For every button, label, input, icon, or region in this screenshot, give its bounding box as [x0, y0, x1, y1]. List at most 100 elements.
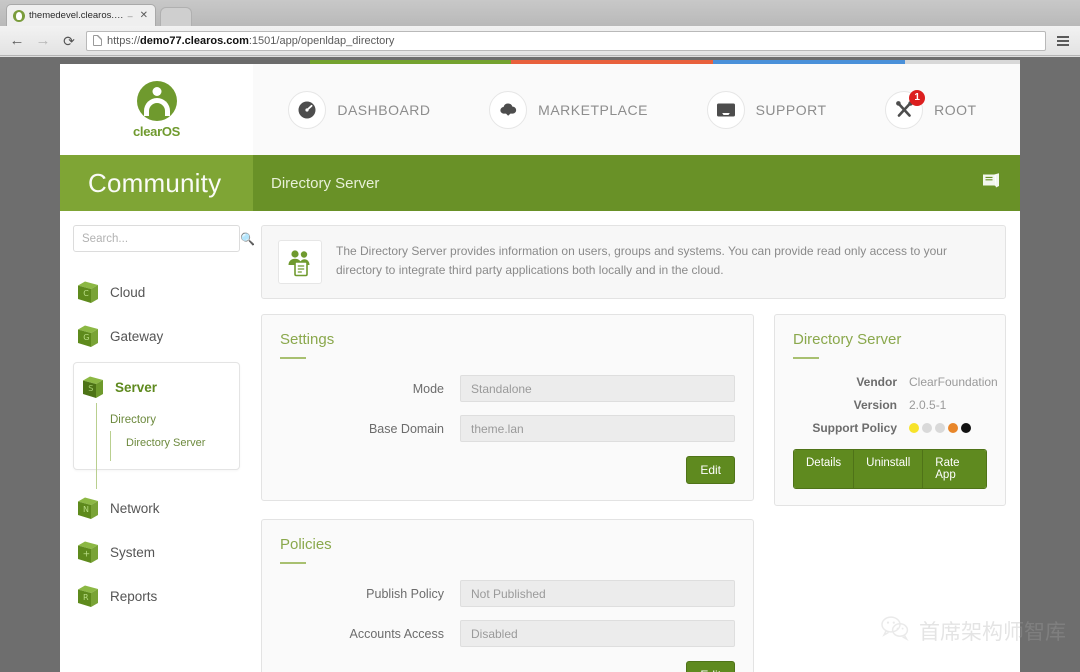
new-tab-button[interactable]	[160, 7, 192, 26]
sidebar-group-server: S Server Directory Directory Server	[73, 362, 240, 489]
nav-item-dashboard[interactable]: DASHBOARD	[288, 90, 431, 129]
nav-label-dashboard: DASHBOARD	[337, 101, 431, 118]
main-content: The Directory Server provides informatio…	[253, 211, 1020, 672]
label-accounts-access: Accounts Access	[349, 626, 445, 641]
cloud-download-icon	[489, 90, 528, 129]
sidebar-item-reports[interactable]: R Reports	[73, 574, 240, 618]
app-description-text: The Directory Server provides informatio…	[336, 244, 947, 277]
settings-row-mode: Mode Standalone	[280, 375, 735, 402]
app-card-actions: Details Uninstall Rate App	[793, 449, 987, 489]
edition-label: Community	[88, 167, 222, 198]
clearos-page: clearOS DASHBOARD MARKETPLACE SUPPORT 1 …	[60, 60, 1020, 672]
nav-item-support[interactable]: SUPPORT	[706, 90, 827, 129]
nav-label-marketplace: MARKETPLACE	[538, 101, 648, 118]
content-columns: Settings Mode Standalone Base Domain the…	[261, 314, 1006, 672]
cube-icon-network: N	[78, 497, 98, 519]
nav-item-root[interactable]: 1 ROOT	[885, 89, 977, 129]
url-path: :1501/app/openldap_directory	[248, 34, 395, 47]
support-dot-3	[935, 423, 945, 433]
svg-text:S: S	[88, 384, 93, 393]
svg-text:+: +	[83, 550, 91, 560]
app-row-vendor: Vendor ClearFoundation	[793, 375, 997, 389]
sidebar-subitem-directory[interactable]: Directory	[96, 409, 239, 431]
policies-row-publish: Publish Policy Not Published	[280, 580, 735, 607]
clearos-favicon	[13, 9, 25, 22]
page-info-icon	[93, 35, 102, 46]
support-dot-2	[922, 423, 932, 433]
label-publish-policy: Publish Policy	[366, 586, 444, 601]
app-row-version: Version 2.0.5-1	[793, 398, 987, 412]
policies-edit-button[interactable]: Edit	[686, 661, 735, 672]
support-dot-1	[909, 423, 919, 433]
rate-app-button[interactable]: Rate App	[923, 450, 986, 488]
browser-toolbar: ← → ⟳ https://demo77.clearos.com:1501/ap…	[0, 26, 1080, 56]
search-input[interactable]	[82, 232, 236, 245]
sidebar-label-server: Server	[115, 379, 158, 395]
close-icon[interactable]: ✕	[137, 10, 151, 21]
value-accounts-access: Disabled	[460, 620, 735, 647]
hamburger-menu-icon[interactable]	[1054, 32, 1072, 50]
sidebar: 🔍 C Cloud	[60, 211, 255, 671]
value-vendor: ClearFoundation	[909, 375, 998, 389]
brand-logo[interactable]: clearOS	[60, 64, 253, 155]
settings-edit-button[interactable]: Edit	[686, 456, 735, 484]
page-viewport: clearOS DASHBOARD MARKETPLACE SUPPORT 1 …	[0, 57, 1080, 672]
top-navigation: DASHBOARD MARKETPLACE SUPPORT 1 ROOT	[253, 64, 1020, 155]
support-dot-5	[961, 423, 971, 433]
page-body: 🔍 C Cloud	[60, 211, 1020, 672]
sidebar-subitem-directory-server[interactable]: Directory Server	[110, 431, 239, 455]
inbox-icon	[706, 90, 745, 129]
value-version: 2.0.5-1	[909, 398, 947, 412]
forward-button[interactable]: →	[34, 32, 52, 50]
back-button[interactable]: ←	[8, 32, 26, 50]
uninstall-button[interactable]: Uninstall	[854, 450, 924, 488]
support-dot-4	[948, 423, 958, 433]
reload-button[interactable]: ⟳	[60, 32, 78, 50]
sidebar-item-server[interactable]: S Server	[74, 365, 239, 409]
app-card-underline	[793, 357, 819, 359]
label-vendor: Vendor	[856, 375, 897, 389]
search-box[interactable]: 🔍	[73, 225, 255, 252]
clearos-logo-icon	[136, 80, 177, 121]
edition-badge: Community	[60, 155, 253, 211]
policies-panel: Policies Publish Policy Not Published Ac…	[261, 519, 754, 672]
browser-tab[interactable]: themedevel.clearos.com – ✕	[6, 4, 156, 26]
cube-icon-reports: R	[78, 585, 98, 607]
right-column: Directory Server Vendor ClearFoundation …	[774, 314, 1006, 506]
sidebar-label-network: Network	[110, 500, 160, 516]
sidebar-item-system[interactable]: + System	[73, 530, 240, 574]
tools-icon: 1	[885, 89, 926, 129]
details-button[interactable]: Details	[794, 450, 855, 488]
address-bar[interactable]: https://demo77.clearos.com:1501/app/open…	[86, 30, 1046, 51]
policies-actions: Edit	[280, 661, 735, 672]
settings-title: Settings	[280, 331, 335, 348]
nav-label-root: ROOT	[934, 101, 977, 118]
settings-row-base-domain: Base Domain theme.lan	[280, 415, 735, 442]
browser-window: themedevel.clearos.com – ✕ ← → ⟳ https:/…	[0, 0, 1080, 672]
value-mode: Standalone	[460, 375, 735, 402]
tab-dash: –	[127, 10, 133, 21]
policies-row-accounts-access: Accounts Access Disabled	[280, 620, 735, 647]
sidebar-item-network[interactable]: N Network	[73, 486, 240, 530]
cube-icon-cloud: C	[78, 281, 98, 303]
book-icon[interactable]	[980, 171, 1002, 196]
sidebar-item-gateway[interactable]: G Gateway	[73, 314, 240, 358]
left-column: Settings Mode Standalone Base Domain the…	[261, 314, 754, 672]
policies-title: Policies	[280, 536, 332, 553]
label-support-policy: Support Policy	[812, 421, 897, 435]
settings-actions: Edit	[280, 456, 735, 484]
value-base-domain: theme.lan	[460, 415, 735, 442]
nav-label-support: SUPPORT	[755, 101, 827, 118]
label-base-domain: Base Domain	[368, 421, 444, 436]
sidebar-label-system: System	[110, 544, 156, 560]
sidebar-nav: C Cloud G Gateway S Server Directory Dir…	[73, 270, 240, 618]
svg-text:R: R	[83, 593, 89, 602]
label-mode: Mode	[412, 381, 444, 396]
nav-item-marketplace[interactable]: MARKETPLACE	[489, 90, 648, 129]
value-publish-policy: Not Published	[460, 580, 735, 607]
sidebar-item-cloud[interactable]: C Cloud	[73, 270, 240, 314]
tab-strip: themedevel.clearos.com – ✕	[0, 0, 1080, 26]
app-info-card: Directory Server Vendor ClearFoundation …	[774, 314, 1006, 506]
app-card-title: Directory Server	[793, 331, 902, 348]
banner-main: Directory Server	[253, 155, 1020, 211]
